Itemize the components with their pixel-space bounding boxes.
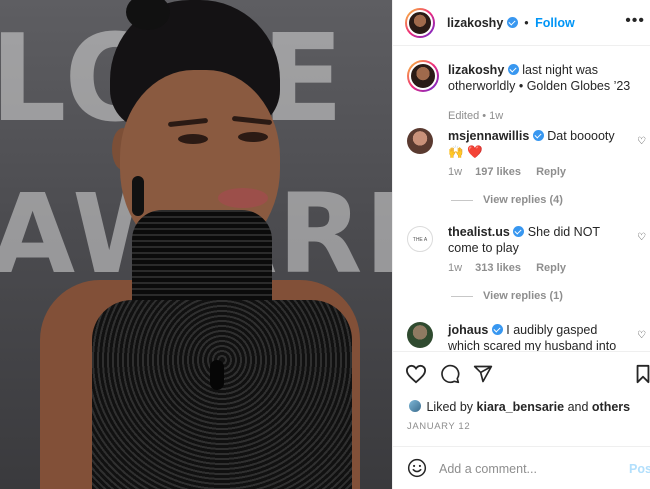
- verified-badge-icon: [513, 226, 525, 237]
- header-separator: •: [524, 16, 529, 30]
- comment-username[interactable]: thealist.us: [448, 225, 510, 239]
- comment-icon[interactable]: [439, 364, 461, 384]
- caption-edited: Edited • 1w: [448, 110, 504, 122]
- liked-by-label: Liked by: [426, 400, 474, 414]
- comment-likes[interactable]: 197 likes: [475, 166, 521, 178]
- likes-summary: Liked by kiara_bensarie and others: [407, 398, 630, 414]
- verified-badge-icon: [532, 130, 544, 141]
- author-line: lizakoshy • Follow: [447, 16, 575, 30]
- comment-row: johaus I audibly gasped which scared my …: [407, 320, 646, 351]
- comment-row: THE A LIST thealist.us She did NOT come …: [407, 224, 646, 304]
- liked-by-user[interactable]: kiara_bensarie: [477, 400, 565, 414]
- caption-username[interactable]: lizakoshy: [448, 63, 504, 77]
- comment-reply-button[interactable]: Reply: [536, 262, 566, 274]
- author-username[interactable]: lizakoshy: [447, 16, 503, 30]
- comment-username[interactable]: msjennawillis: [448, 129, 529, 143]
- post-sidebar: lizakoshy • Follow ••• lizakoshy last ni…: [392, 0, 650, 489]
- post-header: lizakoshy • Follow •••: [393, 0, 650, 46]
- photo-pendant: [210, 360, 224, 390]
- emoji-icon[interactable]: [407, 458, 427, 478]
- view-replies-button[interactable]: View replies (1): [451, 290, 563, 302]
- add-comment-input[interactable]: Add a comment...: [439, 462, 537, 476]
- comment-text-block: thealist.us She did NOT come to play: [448, 224, 628, 256]
- post-date[interactable]: JANUARY 12: [407, 421, 470, 432]
- save-bookmark-icon[interactable]: [635, 364, 650, 384]
- verified-badge-icon: [507, 64, 519, 75]
- comment-likes[interactable]: 313 likes: [475, 262, 521, 274]
- share-icon[interactable]: [472, 364, 494, 384]
- caption-avatar[interactable]: [407, 60, 439, 92]
- comment-like-heart-icon[interactable]: ♡: [637, 330, 646, 341]
- comment-meta: 1w 197 likes Reply: [448, 166, 566, 178]
- comments-list[interactable]: lizakoshy last night was otherworldly • …: [393, 46, 650, 351]
- comment-composer: Add a comment... Post: [393, 446, 650, 489]
- author-avatar[interactable]: [405, 8, 435, 38]
- photo-left-eye: [178, 134, 208, 144]
- comment-text-block: johaus I audibly gasped which scared my …: [448, 322, 628, 351]
- post-comment-button[interactable]: Post: [629, 462, 650, 476]
- caption-row: lizakoshy last night was otherworldly • …: [407, 60, 643, 122]
- liked-by-others[interactable]: others: [592, 400, 630, 414]
- like-heart-icon[interactable]: [405, 364, 427, 384]
- comment-avatar[interactable]: THE A LIST: [407, 226, 433, 252]
- comment-age: 1w: [448, 166, 463, 178]
- verified-badge-icon: [491, 324, 503, 335]
- comment-row: msjennawillis Dat booooty 🙌 ❤️ ♡ 1w 197 …: [407, 128, 646, 206]
- comment-username[interactable]: johaus: [448, 323, 488, 337]
- comment-avatar[interactable]: [407, 322, 433, 348]
- comment-like-heart-icon[interactable]: ♡: [637, 232, 646, 243]
- comment-like-heart-icon[interactable]: ♡: [637, 136, 646, 147]
- liker-avatar[interactable]: [407, 398, 423, 414]
- photo-lips: [218, 188, 268, 208]
- comment-reply-button[interactable]: Reply: [536, 166, 566, 178]
- photo-earring: [132, 176, 144, 216]
- caption-text-block: lizakoshy last night was otherworldly • …: [448, 62, 638, 94]
- more-options-icon[interactable]: •••: [625, 12, 645, 30]
- liked-by-and: and: [567, 400, 589, 414]
- view-replies-button[interactable]: View replies (4): [451, 194, 563, 206]
- comment-avatar[interactable]: [407, 128, 433, 154]
- action-bar: [393, 351, 650, 391]
- follow-button[interactable]: Follow: [535, 16, 575, 30]
- verified-badge-icon: [506, 17, 518, 28]
- photo-lace-dress: [92, 300, 352, 489]
- comment-age: 1w: [448, 262, 463, 274]
- photo-right-eye: [238, 132, 268, 142]
- comment-meta: 1w 313 likes Reply: [448, 262, 566, 274]
- comment-text-block: msjennawillis Dat booooty 🙌 ❤️: [448, 128, 628, 160]
- post-image[interactable]: LOBE AWARDS: [0, 0, 392, 489]
